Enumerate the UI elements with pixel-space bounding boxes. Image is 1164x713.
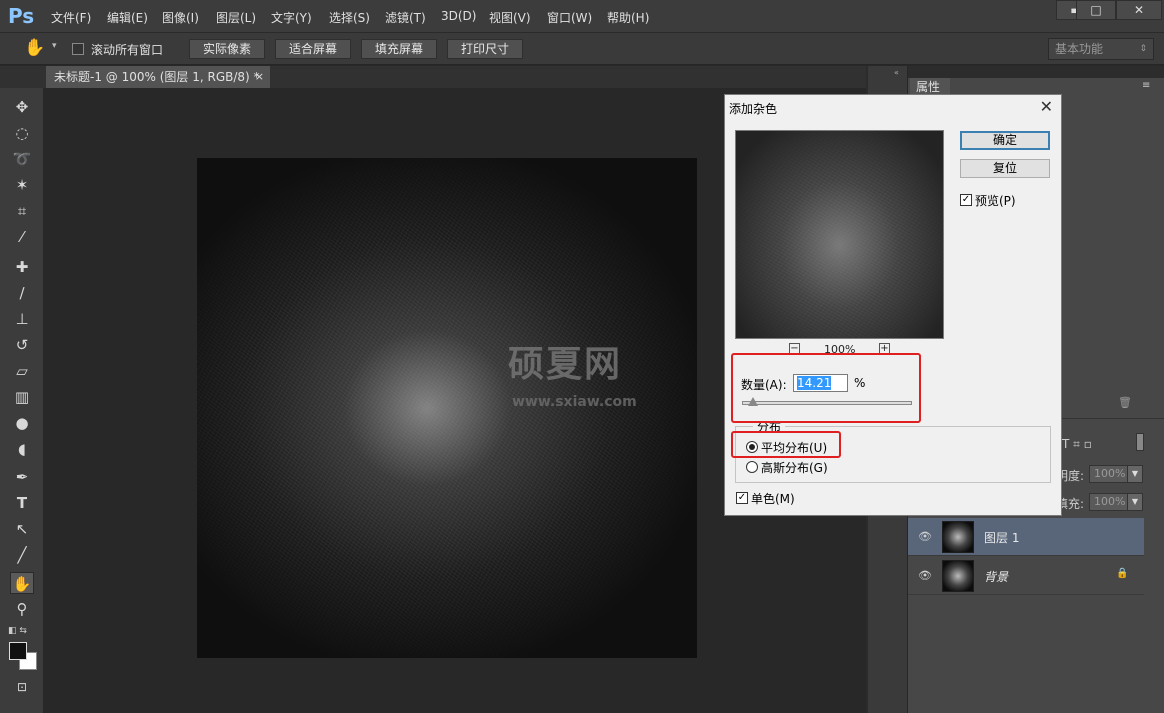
hand-tool-icon[interactable]: ✋	[10, 572, 34, 594]
line-tool-icon[interactable]: ╱	[10, 544, 34, 566]
foreground-color-swatch[interactable]	[9, 642, 27, 660]
lock-icon: 🔒	[1116, 568, 1129, 579]
scroll-all-label: 滚动所有窗口	[91, 43, 164, 57]
document-tab-title: 未标题-1 @ 100% (图层 1, RGB/8) *	[54, 70, 260, 84]
menu-layer[interactable]: 图层(L)	[216, 9, 256, 26]
clone-stamp-icon[interactable]: ⊥	[10, 308, 34, 330]
healing-brush-icon[interactable]: ✚	[10, 256, 34, 278]
path-select-icon[interactable]: ↖	[10, 518, 34, 540]
menu-bar: Ps 文件(F) 编辑(E) 图像(I) 图层(L) 文字(Y) 选择(S) 滤…	[0, 0, 1164, 33]
monochromatic-checkbox[interactable]: ✓	[736, 492, 748, 504]
eraser-icon[interactable]: ▱	[10, 360, 34, 382]
layer-name: 背景	[984, 570, 1009, 584]
menu-filter[interactable]: 滤镜(T)	[385, 9, 426, 26]
chevron-down-icon[interactable]: ▾	[52, 41, 57, 51]
fit-screen-button[interactable]: 适合屏幕	[275, 39, 351, 59]
chevron-down-icon[interactable]: ▼	[1127, 493, 1143, 511]
reset-button[interactable]: 复位	[960, 159, 1050, 178]
options-bar: ✋ ▾ 滚动所有窗口 实际像素 适合屏幕 填充屏幕 打印尺寸	[0, 33, 1164, 65]
eyedropper-icon[interactable]: ⁄	[10, 226, 34, 248]
photoshop-logo: Ps	[8, 4, 35, 28]
menu-image[interactable]: 图像(I)	[162, 9, 199, 26]
gaussian-radio[interactable]	[746, 461, 758, 473]
workspace-value: 基本功能	[1055, 42, 1104, 56]
trash-icon[interactable]: 🗑	[1118, 396, 1132, 409]
hand-icon[interactable]: ✋	[24, 38, 45, 58]
magic-wand-icon[interactable]: ✶	[10, 174, 34, 196]
menu-select[interactable]: 选择(S)	[329, 9, 370, 26]
move-tool-icon[interactable]: ✥	[10, 96, 34, 118]
ok-button[interactable]: 确定	[960, 131, 1050, 150]
preview-checkbox[interactable]: ✓	[960, 194, 972, 206]
monochromatic-label: 单色(M)	[751, 492, 795, 506]
uniform-highlight-box	[731, 431, 841, 458]
collapse-icon[interactable]: «	[894, 68, 899, 77]
type-tool-icon[interactable]: T	[10, 492, 34, 514]
dodge-tool-icon[interactable]: ◖	[10, 438, 34, 460]
crop-tool-icon[interactable]: ⌗	[10, 200, 34, 222]
close-icon[interactable]: ✕	[1040, 97, 1053, 116]
history-brush-icon[interactable]: ↺	[10, 334, 34, 356]
print-size-button[interactable]: 打印尺寸	[447, 39, 523, 59]
brush-tool-icon[interactable]: ∕	[10, 282, 34, 304]
menu-help[interactable]: 帮助(H)	[607, 9, 649, 26]
filter-toggle[interactable]	[1136, 433, 1144, 451]
preview-image[interactable]	[735, 130, 944, 339]
layer-row[interactable]: 👁 图层 1	[908, 518, 1144, 556]
menu-edit[interactable]: 编辑(E)	[107, 9, 148, 26]
gradient-tool-icon[interactable]: ▥	[10, 386, 34, 408]
visibility-eye-icon[interactable]: 👁	[918, 569, 932, 582]
menu-window[interactable]: 窗口(W)	[547, 9, 592, 26]
watermark-text: 硕夏网	[508, 344, 623, 385]
watermark-url: www.sxiaw.com	[512, 394, 637, 410]
gaussian-label: 高斯分布(G)	[761, 461, 828, 475]
filter-icon[interactable]: T ⌗ ▫	[1062, 437, 1092, 452]
layer-name: 图层 1	[984, 531, 1020, 545]
default-colors-icon[interactable]: ◧ ⇆	[8, 626, 27, 636]
fill-screen-button[interactable]: 填充屏幕	[361, 39, 437, 59]
workspace-select[interactable]: 基本功能 ⇕	[1048, 38, 1154, 60]
lasso-tool-icon[interactable]: ➰	[10, 148, 34, 170]
toolbox: » ✥ ◌ ➰ ✶ ⌗ ⁄ ✚ ∕ ⊥ ↺ ▱ ▥ ● ◖ ✒ T ↖ ╱ ✋ …	[0, 66, 44, 713]
menu-file[interactable]: 文件(F)	[51, 9, 91, 26]
zoom-tool-icon[interactable]: ⚲	[10, 598, 34, 620]
layer-row[interactable]: 👁 背景 🔒	[908, 557, 1144, 595]
amount-highlight-box	[731, 353, 921, 423]
dialog-title: 添加杂色	[729, 102, 778, 116]
tab-close-icon[interactable]: ×	[255, 66, 264, 88]
menu-view[interactable]: 视图(V)	[489, 9, 531, 26]
visibility-eye-icon[interactable]: 👁	[918, 530, 932, 543]
close-icon[interactable]: ✕	[1116, 0, 1162, 20]
add-noise-dialog: 添加杂色 ✕ 确定 复位 ✓ 预览(P) − 100% + 数量(A): 14.…	[724, 94, 1062, 516]
marquee-tool-icon[interactable]: ◌	[10, 122, 34, 144]
maximize-icon[interactable]: □	[1076, 0, 1116, 20]
menu-type[interactable]: 文字(Y)	[271, 9, 312, 26]
chevron-down-icon[interactable]: ▼	[1127, 465, 1143, 483]
blur-tool-icon[interactable]: ●	[10, 412, 34, 434]
document-tab[interactable]: 未标题-1 @ 100% (图层 1, RGB/8) * ×	[46, 66, 270, 88]
pen-tool-icon[interactable]: ✒	[10, 466, 34, 488]
panel-menu-icon[interactable]: ≡	[1142, 80, 1150, 91]
quick-mask-icon[interactable]: ⊡	[10, 676, 34, 698]
scroll-all-checkbox[interactable]	[72, 41, 84, 55]
actual-pixels-button[interactable]: 实际像素	[189, 39, 265, 59]
document-tab-bar: 未标题-1 @ 100% (图层 1, RGB/8) * ×	[0, 66, 868, 88]
preview-label: 预览(P)	[975, 194, 1016, 208]
menu-3d[interactable]: 3D(D)	[441, 9, 476, 23]
layer-thumbnail	[942, 560, 974, 592]
layer-thumbnail	[942, 521, 974, 553]
chevron-updown-icon: ⇕	[1139, 44, 1147, 54]
